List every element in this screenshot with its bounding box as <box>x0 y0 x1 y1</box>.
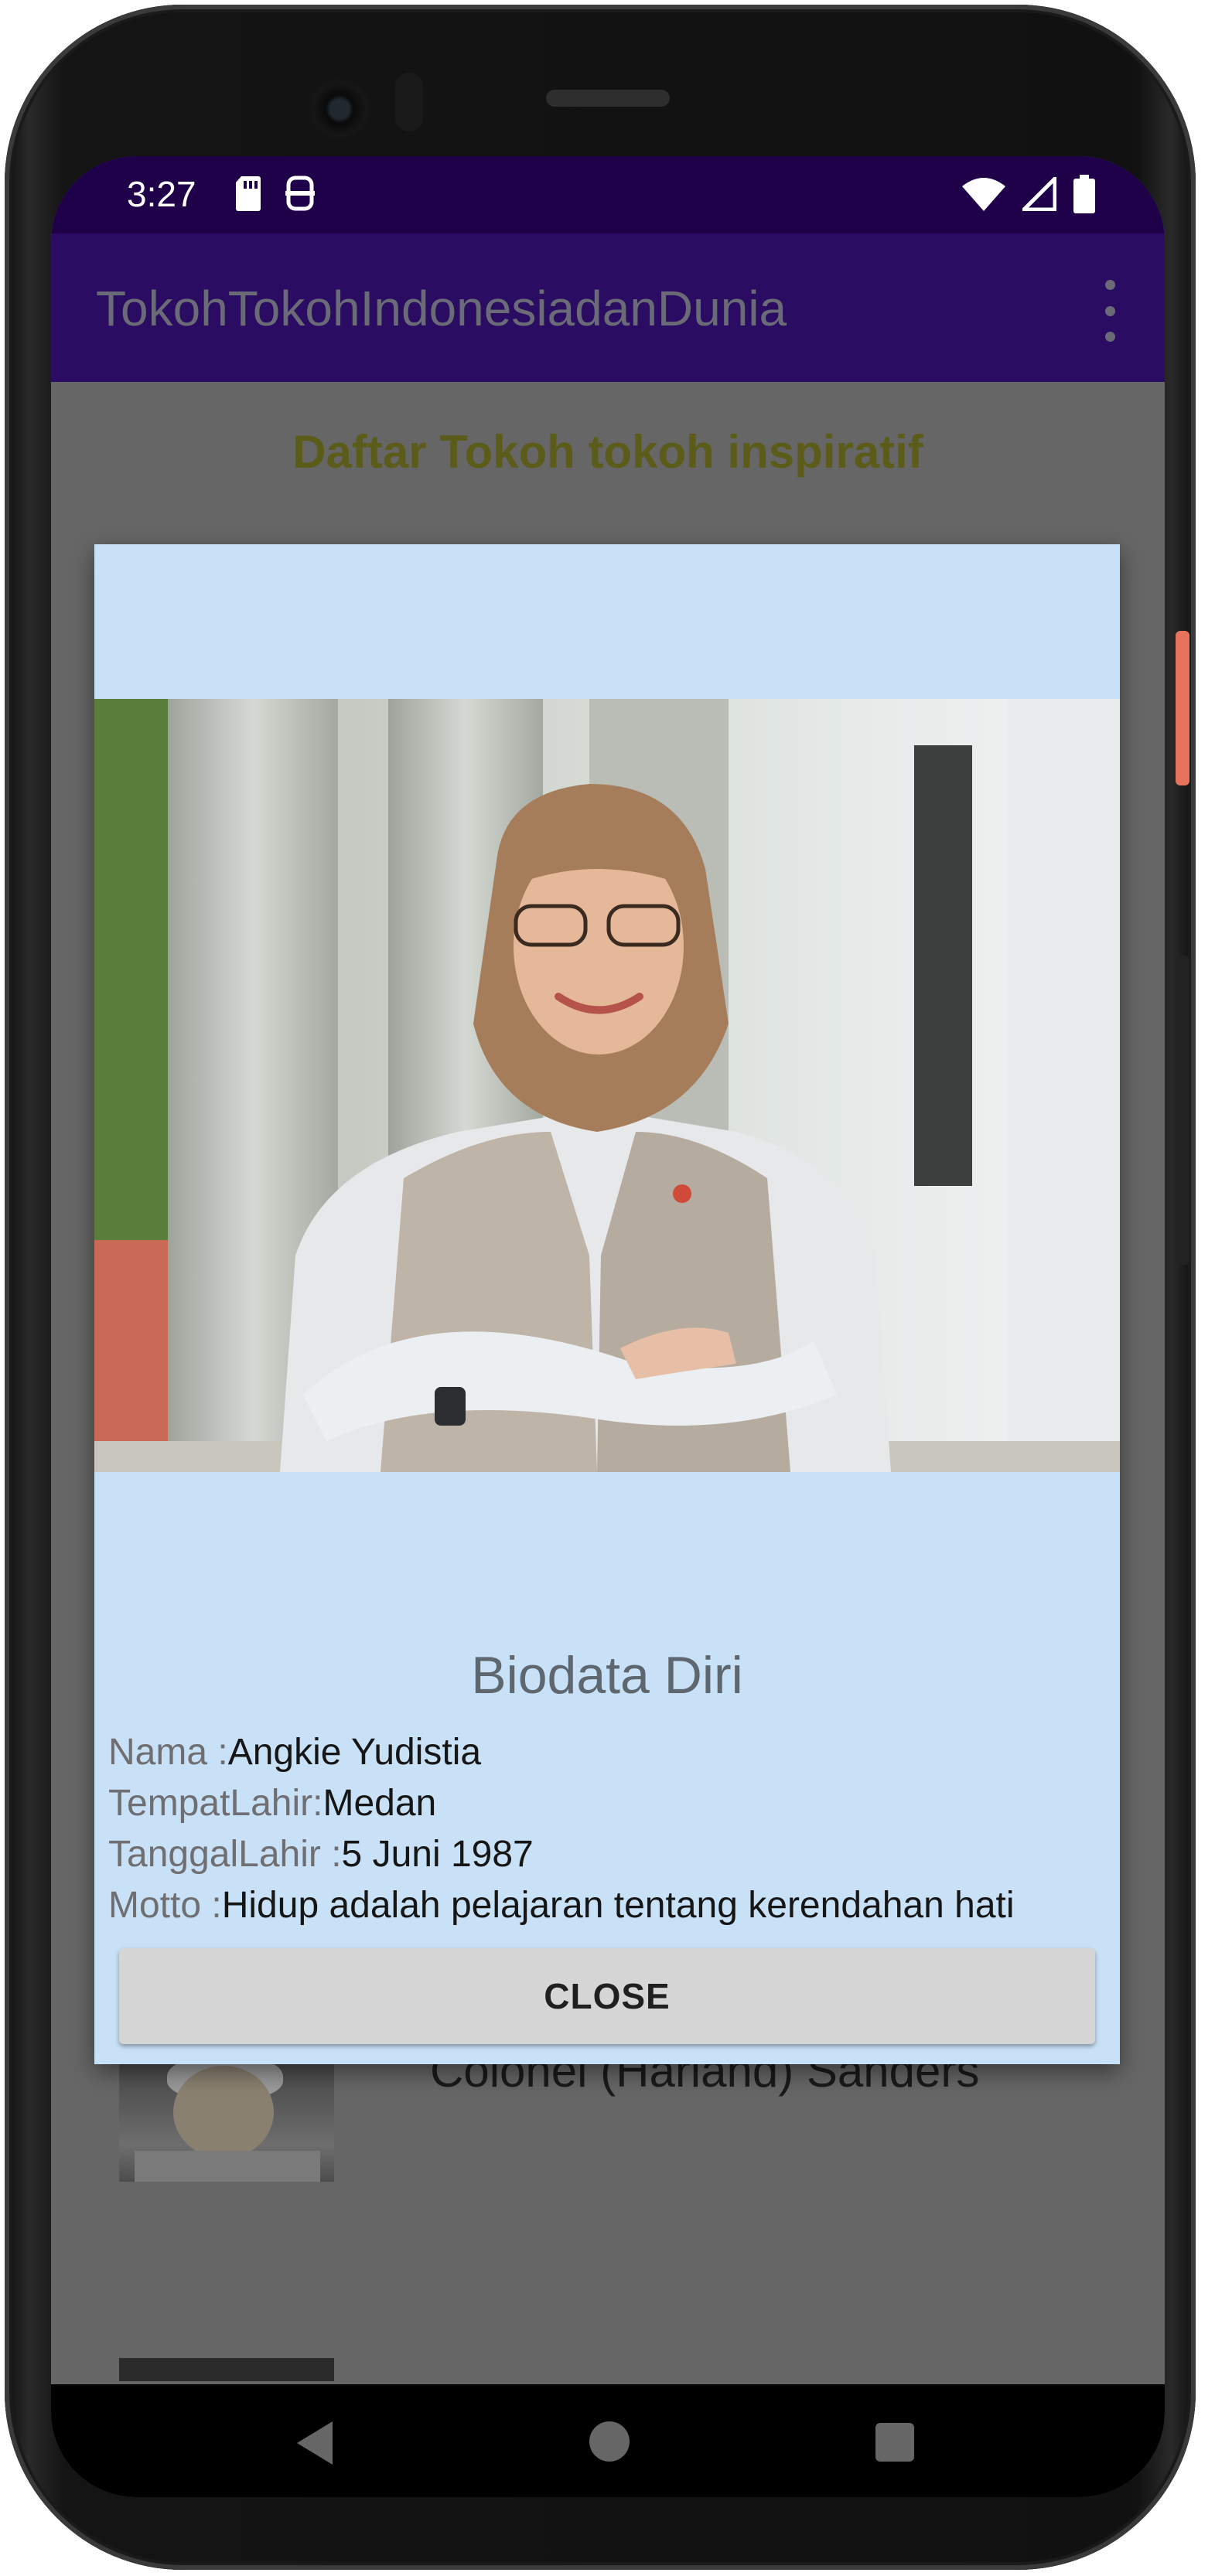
list-heading: Daftar Tokoh tokoh inspiratif <box>292 426 923 478</box>
recents-icon[interactable] <box>875 2423 914 2462</box>
bio-row-tanggal-lahir: TanggalLahir :5 Juni 1987 <box>108 1833 534 1876</box>
profile-photo <box>94 699 1120 1472</box>
screen: 3:27 TokohTokohIndonesiadanDunia Daftar … <box>51 156 1165 2497</box>
bio-value: Hidup adalah pelajaran tentang kerendaha… <box>221 1885 1015 1926</box>
bio-label: Nama : <box>108 1732 228 1773</box>
bio-value: 5 Juni 1987 <box>341 1834 534 1875</box>
bio-row-motto: Motto :Hidup adalah pelajaran tentang ke… <box>108 1884 1015 1927</box>
bio-label: TanggalLahir : <box>108 1834 342 1875</box>
overflow-menu-icon[interactable] <box>1098 280 1121 342</box>
phone-frame: 3:27 TokohTokohIndonesiadanDunia Daftar … <box>5 5 1196 2570</box>
status-bar: 3:27 <box>51 156 1165 233</box>
biodata-title: Biodata Diri <box>471 1646 743 1705</box>
bio-label: Motto : <box>108 1885 222 1926</box>
earpiece-speaker <box>546 90 670 107</box>
bio-value: Angkie Yudistia <box>227 1732 482 1773</box>
biodata-dialog: Biodata Diri Nama :Angkie Yudistia Tempa… <box>94 544 1120 2064</box>
sd-card-icon <box>236 176 261 211</box>
status-icons-right <box>962 175 1095 213</box>
status-icons-left <box>235 175 316 212</box>
close-button[interactable]: CLOSE <box>119 1948 1095 2044</box>
navigation-bar <box>51 2384 1165 2497</box>
bio-label: TempatLahir: <box>108 1783 323 1824</box>
next-list-photo[interactable] <box>119 2358 334 2381</box>
back-icon[interactable] <box>297 2421 333 2465</box>
bio-row-tempat-lahir: TempatLahir:Medan <box>108 1782 436 1825</box>
wifi-icon <box>962 178 1005 211</box>
bio-value: Medan <box>323 1783 437 1824</box>
vpn-icon <box>285 175 315 211</box>
signal-icon <box>1022 177 1056 211</box>
status-time: 3:27 <box>127 174 196 214</box>
bio-row-nama: Nama :Angkie Yudistia <box>108 1731 481 1774</box>
sensor-icon <box>395 73 423 131</box>
app-bar: TokohTokohIndonesiadanDunia <box>51 233 1165 382</box>
volume-button <box>1176 956 1189 1265</box>
home-icon[interactable] <box>589 2421 630 2462</box>
battery-icon <box>1073 175 1095 213</box>
front-camera-icon <box>309 78 370 140</box>
app-title: TokohTokohIndonesiadanDunia <box>96 281 787 336</box>
sanders-photo[interactable] <box>119 2058 334 2182</box>
power-button <box>1176 631 1189 785</box>
